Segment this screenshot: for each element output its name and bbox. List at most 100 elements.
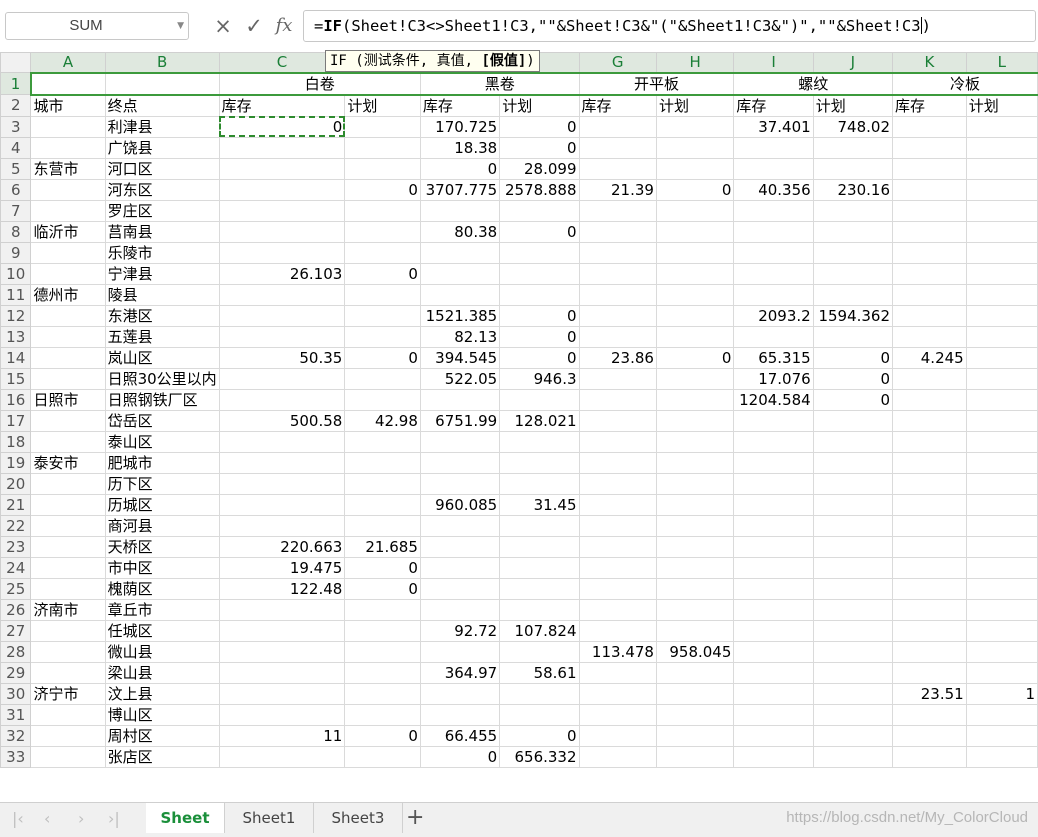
cell-i[interactable] bbox=[733, 136, 814, 159]
cell-b[interactable]: 日照钢铁厂区 bbox=[104, 388, 220, 411]
cell-a[interactable] bbox=[30, 640, 106, 663]
cell-b[interactable]: 历下区 bbox=[104, 472, 220, 495]
cell-i[interactable] bbox=[733, 157, 814, 180]
cell-h[interactable] bbox=[655, 556, 735, 579]
cell-b[interactable]: 岚山区 bbox=[104, 346, 220, 369]
cell-d[interactable] bbox=[344, 388, 421, 411]
cell-d[interactable] bbox=[344, 598, 421, 621]
cell-e[interactable] bbox=[419, 472, 501, 495]
row-header[interactable]: 26 bbox=[0, 598, 32, 621]
col-header-a[interactable]: A bbox=[30, 52, 106, 74]
cell-e[interactable] bbox=[419, 451, 501, 474]
cell-a[interactable] bbox=[30, 661, 106, 684]
cell-i[interactable] bbox=[733, 598, 814, 621]
cell-d[interactable] bbox=[344, 199, 421, 222]
cell-h[interactable] bbox=[655, 136, 735, 159]
cell-k[interactable] bbox=[892, 661, 967, 684]
cell-d[interactable]: 0 bbox=[344, 724, 421, 747]
cell-e[interactable]: 80.38 bbox=[419, 220, 501, 243]
row-header[interactable]: 16 bbox=[0, 388, 32, 411]
cell-e[interactable] bbox=[419, 388, 501, 411]
cell-g[interactable] bbox=[578, 703, 657, 726]
cell-c[interactable] bbox=[218, 430, 346, 453]
cell-g[interactable] bbox=[578, 367, 657, 390]
col-header-g[interactable]: G bbox=[578, 52, 657, 74]
cell-a[interactable] bbox=[30, 367, 106, 390]
cell-b[interactable]: 历城区 bbox=[104, 493, 220, 516]
cell-k[interactable] bbox=[892, 724, 967, 747]
row-header[interactable]: 8 bbox=[0, 220, 32, 243]
cell-h[interactable] bbox=[655, 388, 735, 411]
cell-b[interactable]: 广饶县 bbox=[104, 136, 220, 159]
cell-k[interactable] bbox=[892, 367, 967, 390]
cell-i[interactable] bbox=[733, 556, 814, 579]
cell-a[interactable] bbox=[30, 619, 106, 642]
cell-k[interactable] bbox=[892, 136, 967, 159]
cell-i[interactable] bbox=[733, 409, 814, 432]
cell-i[interactable] bbox=[733, 661, 814, 684]
cell-h[interactable] bbox=[655, 430, 735, 453]
cell-f[interactable]: 128.021 bbox=[499, 409, 580, 432]
row-header[interactable]: 9 bbox=[0, 241, 32, 264]
cell-j[interactable] bbox=[812, 262, 894, 285]
cell-j[interactable] bbox=[812, 241, 894, 264]
cell-l[interactable] bbox=[965, 535, 1038, 558]
cell-d[interactable] bbox=[344, 115, 421, 138]
cell-c[interactable] bbox=[218, 493, 346, 516]
cell-k[interactable] bbox=[892, 262, 967, 285]
col-header-b[interactable]: B bbox=[104, 52, 220, 74]
cell-i[interactable] bbox=[733, 745, 814, 768]
cell[interactable]: 库存 bbox=[419, 94, 501, 117]
cell-g[interactable] bbox=[578, 619, 657, 642]
cell[interactable]: 计划 bbox=[344, 94, 421, 117]
cell-f[interactable] bbox=[499, 577, 580, 600]
cell-e[interactable]: 1521.385 bbox=[419, 304, 501, 327]
last-sheet-icon[interactable]: ›| bbox=[108, 809, 120, 828]
cell[interactable] bbox=[104, 71, 220, 96]
cell-k[interactable] bbox=[892, 577, 967, 600]
cell-i[interactable] bbox=[733, 472, 814, 495]
row-header[interactable]: 19 bbox=[0, 451, 32, 474]
cell-d[interactable] bbox=[344, 325, 421, 348]
cell-j[interactable] bbox=[812, 157, 894, 180]
cell-h[interactable] bbox=[655, 619, 735, 642]
cell[interactable]: 计划 bbox=[655, 94, 735, 117]
cell-h[interactable] bbox=[655, 220, 735, 243]
cell-k[interactable] bbox=[892, 535, 967, 558]
cell-e[interactable] bbox=[419, 283, 501, 306]
cell-b[interactable]: 商河县 bbox=[104, 514, 220, 537]
cell-d[interactable]: 21.685 bbox=[344, 535, 421, 558]
cell-f[interactable]: 0 bbox=[499, 220, 580, 243]
cell-i[interactable] bbox=[733, 535, 814, 558]
cell-g[interactable] bbox=[578, 724, 657, 747]
cell-c[interactable] bbox=[218, 388, 346, 411]
cell-h[interactable] bbox=[655, 724, 735, 747]
row-header[interactable]: 22 bbox=[0, 514, 32, 537]
cell-j[interactable] bbox=[812, 472, 894, 495]
cell-a[interactable]: 临沂市 bbox=[30, 220, 106, 243]
cell-d[interactable] bbox=[344, 220, 421, 243]
cell-a[interactable]: 德州市 bbox=[30, 283, 106, 306]
prev-sheet-icon[interactable]: ‹ bbox=[44, 809, 50, 828]
cell-h[interactable] bbox=[655, 283, 735, 306]
row-header[interactable]: 30 bbox=[0, 682, 32, 705]
cell-k[interactable] bbox=[892, 619, 967, 642]
cell-c[interactable]: 500.58 bbox=[218, 409, 346, 432]
row-header[interactable]: 32 bbox=[0, 724, 32, 747]
cell-a[interactable] bbox=[30, 346, 106, 369]
cell-g[interactable] bbox=[578, 577, 657, 600]
cell-d[interactable] bbox=[344, 451, 421, 474]
cell-f[interactable] bbox=[499, 682, 580, 705]
cell-b[interactable]: 东港区 bbox=[104, 304, 220, 327]
cell-e[interactable] bbox=[419, 514, 501, 537]
cell-j[interactable] bbox=[812, 451, 894, 474]
col-header-j[interactable]: J bbox=[812, 52, 894, 74]
cell-f[interactable] bbox=[499, 703, 580, 726]
cell-i[interactable] bbox=[733, 283, 814, 306]
cell-c[interactable] bbox=[218, 136, 346, 159]
cell-b[interactable]: 天桥区 bbox=[104, 535, 220, 558]
cell-c[interactable] bbox=[218, 514, 346, 537]
cell-e[interactable] bbox=[419, 535, 501, 558]
cell-f[interactable]: 58.61 bbox=[499, 661, 580, 684]
row-header[interactable]: 25 bbox=[0, 577, 32, 600]
